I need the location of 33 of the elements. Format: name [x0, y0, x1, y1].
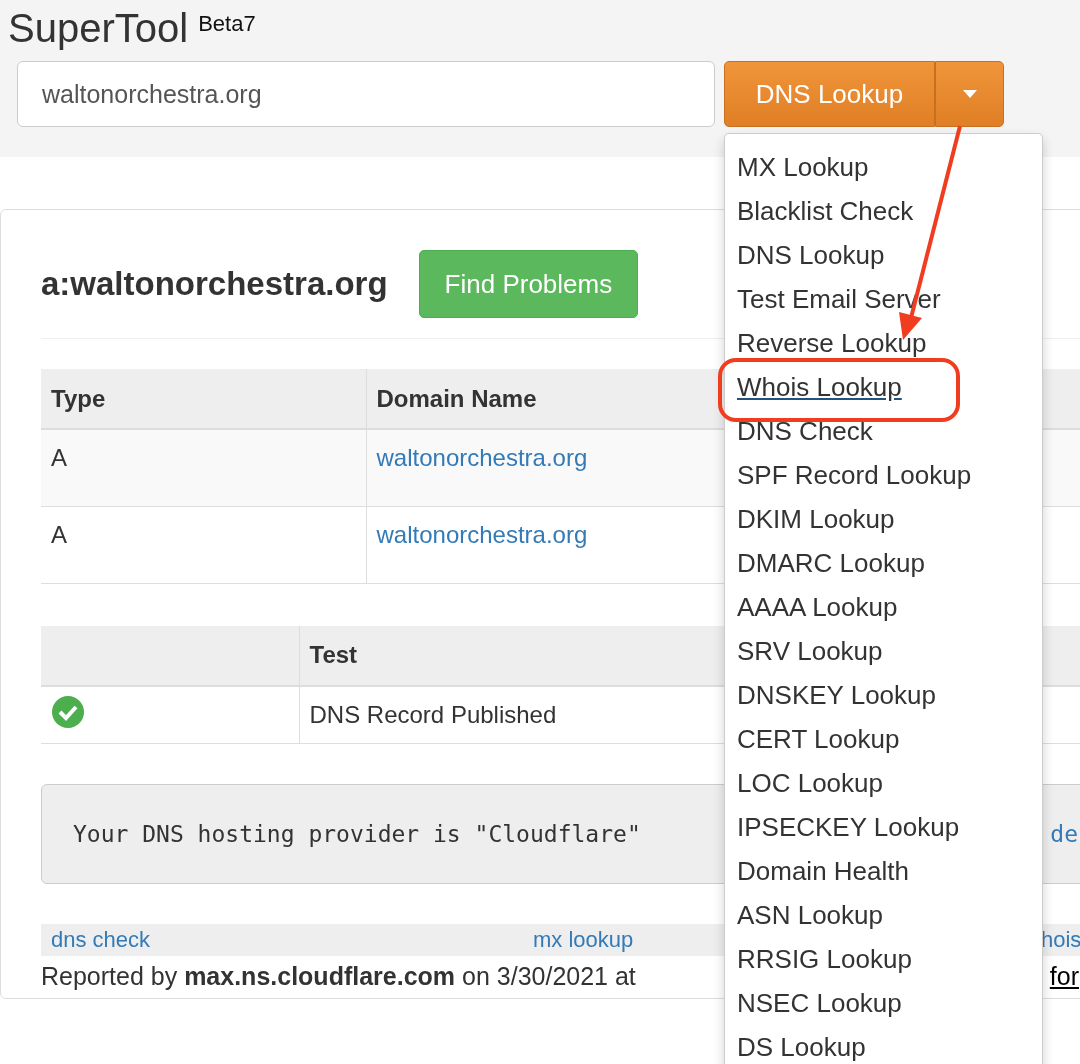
menu-item[interactable]: Reverse Lookup [725, 321, 1042, 365]
menu-item[interactable]: NSEC Lookup [725, 981, 1042, 1025]
domain-input[interactable]: waltonorchestra.org [17, 61, 715, 127]
column-header: Type [41, 369, 366, 429]
menu-item[interactable]: Blacklist Check [725, 189, 1042, 233]
reported-link[interactable]: for [1049, 962, 1079, 991]
reported-text: Reported by max.ns.cloudflare.com on 3/30/2021 at [41, 962, 636, 991]
menu-item[interactable]: RRSIG Lookup [725, 937, 1042, 981]
menu-item[interactable]: IPSECKEY Lookup [725, 805, 1042, 849]
menu-item[interactable]: SRV Lookup [725, 629, 1042, 673]
app-title: SuperTool [8, 5, 189, 52]
menu-item[interactable]: MX Lookup [725, 145, 1042, 189]
menu-item[interactable]: LOC Lookup [725, 761, 1042, 805]
result-heading: a:waltonorchestra.org [41, 265, 388, 303]
message-link[interactable]: de [1050, 821, 1078, 847]
menu-item[interactable]: DNS Lookup [725, 233, 1042, 277]
footer-link[interactable]: dns check [51, 927, 533, 953]
version-label: Beta7 [198, 10, 256, 38]
menu-item[interactable]: DS Lookup [725, 1025, 1042, 1064]
footer-link[interactable]: hois [1041, 927, 1080, 953]
menu-item[interactable]: DKIM Lookup [725, 497, 1042, 541]
table-cell: A [41, 429, 366, 506]
menu-item[interactable]: ASN Lookup [725, 893, 1042, 937]
message-text: Your DNS hosting provider is "Cloudflare" [73, 821, 641, 847]
caret-icon [962, 90, 977, 98]
check-icon [51, 694, 85, 729]
menu-item[interactable]: Domain Health [725, 849, 1042, 893]
menu-item[interactable]: SPF Record Lookup [725, 453, 1042, 497]
table-cell: A [41, 506, 366, 583]
menu-item[interactable]: DMARC Lookup [725, 541, 1042, 585]
domain-link[interactable]: waltonorchestra.org [376, 520, 588, 548]
domain-link[interactable]: waltonorchestra.org [376, 444, 588, 471]
dropdown-toggle-button[interactable] [935, 61, 1004, 127]
